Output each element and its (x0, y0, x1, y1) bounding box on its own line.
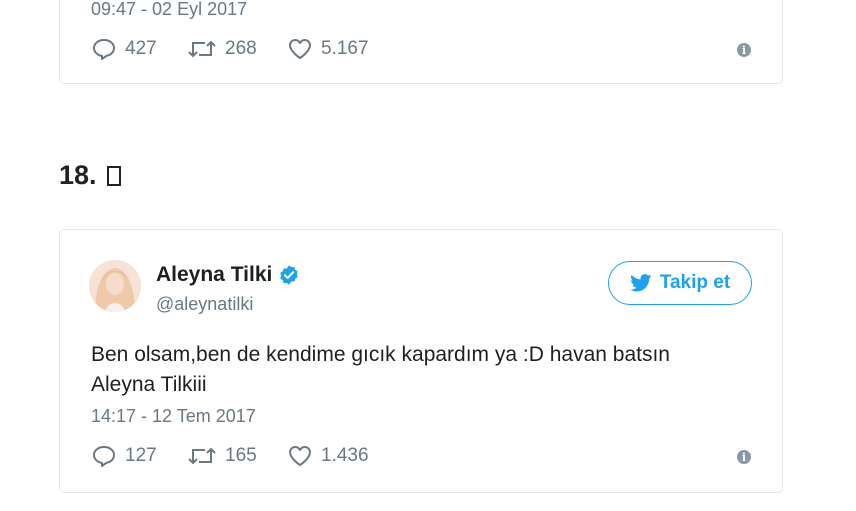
retweet-count: 268 (225, 38, 257, 59)
retweet-action[interactable]: 268 (187, 37, 257, 61)
like-count: 1.436 (321, 445, 369, 466)
missing-emoji-glyph (106, 165, 121, 186)
retweet-count: 165 (225, 445, 257, 466)
retweet-action[interactable]: 165 (187, 444, 257, 468)
heart-icon (289, 39, 311, 59)
author-name[interactable]: Aleyna Tilki (156, 263, 272, 287)
follow-button-label: Takip et (659, 272, 731, 293)
reply-count: 127 (125, 445, 157, 466)
tweet-text-line: Aleyna Tilkiii (91, 373, 207, 396)
list-number-heading: 18. (59, 160, 121, 191)
reply-count: 427 (125, 38, 157, 59)
like-action[interactable]: 1.436 (287, 444, 369, 468)
verified-badge-icon (280, 265, 299, 285)
tweet-actions: 127 165 1.436 i (91, 444, 751, 472)
reply-action[interactable]: 427 (91, 37, 157, 61)
tweet-card: Aleyna Tilki @aleynatilki Takip et Ben o… (59, 229, 783, 493)
list-number: 18. (59, 160, 97, 190)
info-icon[interactable]: i (737, 450, 751, 464)
info-icon[interactable]: i (737, 43, 751, 57)
avatar-image (89, 260, 141, 312)
reply-icon (93, 39, 115, 60)
like-count: 5.167 (321, 38, 369, 59)
avatar[interactable] (89, 260, 141, 312)
reply-action[interactable]: 127 (91, 444, 157, 468)
tweet-text: Ben olsam,ben de kendime gıcık kapardım … (91, 340, 751, 400)
tweet-timestamp[interactable]: 09:47 - 02 Eyl 2017 (91, 0, 247, 20)
reply-icon (93, 446, 115, 467)
heart-icon (289, 446, 311, 466)
tweet-text-line: Ben olsam,ben de kendime gıcık kapardım … (91, 343, 670, 366)
author-name-row: Aleyna Tilki (156, 263, 300, 287)
tweet-actions: 427 268 5.167 i (91, 37, 751, 65)
follow-button[interactable]: Takip et (608, 261, 752, 305)
retweet-icon (188, 40, 216, 58)
tweet-timestamp[interactable]: 14:17 - 12 Tem 2017 (91, 406, 256, 427)
author-handle[interactable]: @aleynatilki (156, 294, 253, 315)
twitter-bird-icon (629, 274, 652, 292)
like-action[interactable]: 5.167 (287, 37, 369, 61)
retweet-icon (188, 447, 216, 465)
tweet-card-previous: 09:47 - 02 Eyl 2017 427 268 5.167 i (59, 0, 783, 84)
